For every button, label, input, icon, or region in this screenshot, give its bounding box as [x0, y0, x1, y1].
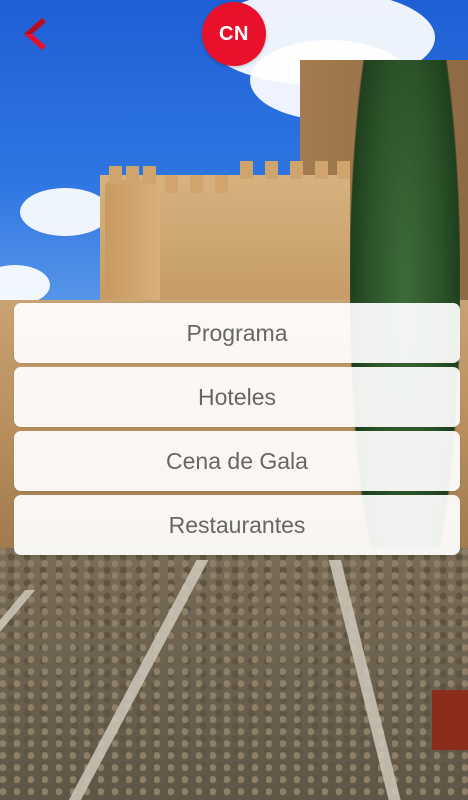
menu-item-label: Programa [186, 319, 288, 346]
bench [432, 690, 468, 750]
logo-text: CN [219, 22, 249, 45]
merlon [265, 161, 278, 179]
castle-tower [105, 166, 160, 310]
menu-item-label: Hoteles [198, 383, 276, 410]
merlon [165, 175, 178, 193]
cloud [20, 188, 110, 236]
merlon [126, 166, 139, 184]
merlon [315, 161, 328, 179]
merlon [240, 161, 253, 179]
menu-item-programa[interactable]: Programa [14, 303, 460, 363]
merlon [290, 161, 303, 179]
merlon [109, 166, 122, 184]
menu-item-label: Cena de Gala [166, 447, 308, 474]
merlon [143, 166, 156, 184]
merlon [190, 175, 203, 193]
chevron-left-icon [24, 18, 46, 50]
merlon [337, 161, 350, 179]
menu-item-label: Restaurantes [168, 511, 306, 538]
cn-logo: CN [202, 2, 266, 66]
menu-item-cena-de-gala[interactable]: Cena de Gala [14, 431, 460, 491]
merlon [215, 175, 228, 193]
cobblestone-ground [0, 548, 468, 800]
menu-item-hoteles[interactable]: Hoteles [14, 367, 460, 427]
back-button[interactable] [14, 14, 50, 54]
main-menu: Programa Hoteles Cena de Gala Restaurant… [14, 303, 460, 559]
menu-item-restaurantes[interactable]: Restaurantes [14, 495, 460, 555]
